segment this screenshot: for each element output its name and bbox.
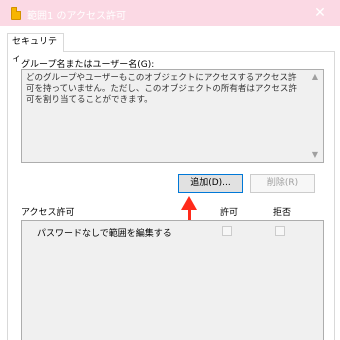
remove-button: 削除(R) <box>250 174 315 193</box>
group-list[interactable]: どのグループやユーザーもこのオブジェクトにアクセスするアクセス許可を持っていませ… <box>21 69 324 163</box>
window-title: 範囲1 のアクセス許可 <box>27 11 127 22</box>
deny-column-header: 拒否 <box>273 208 292 218</box>
allow-column-header: 許可 <box>220 208 239 218</box>
title-bar: 範囲1 のアクセス許可 ✕ <box>0 0 340 26</box>
add-button[interactable]: 追加(D)... <box>178 174 243 193</box>
permissions-header: アクセス許可 <box>21 208 75 218</box>
close-button[interactable]: ✕ <box>300 0 340 26</box>
group-empty-message: どのグループやユーザーもこのオブジェクトにアクセスするアクセス許可を持っていませ… <box>26 73 297 105</box>
scroll-down-icon[interactable]: ▼ <box>310 150 320 160</box>
permission-row-label: パスワードなしで範囲を編集する <box>37 229 172 239</box>
document-icon <box>11 7 21 20</box>
scroll-up-icon[interactable]: ▲ <box>310 72 320 82</box>
tab-security[interactable]: セキュリティ <box>7 33 64 64</box>
allow-checkbox <box>222 226 232 236</box>
deny-checkbox <box>275 226 285 236</box>
